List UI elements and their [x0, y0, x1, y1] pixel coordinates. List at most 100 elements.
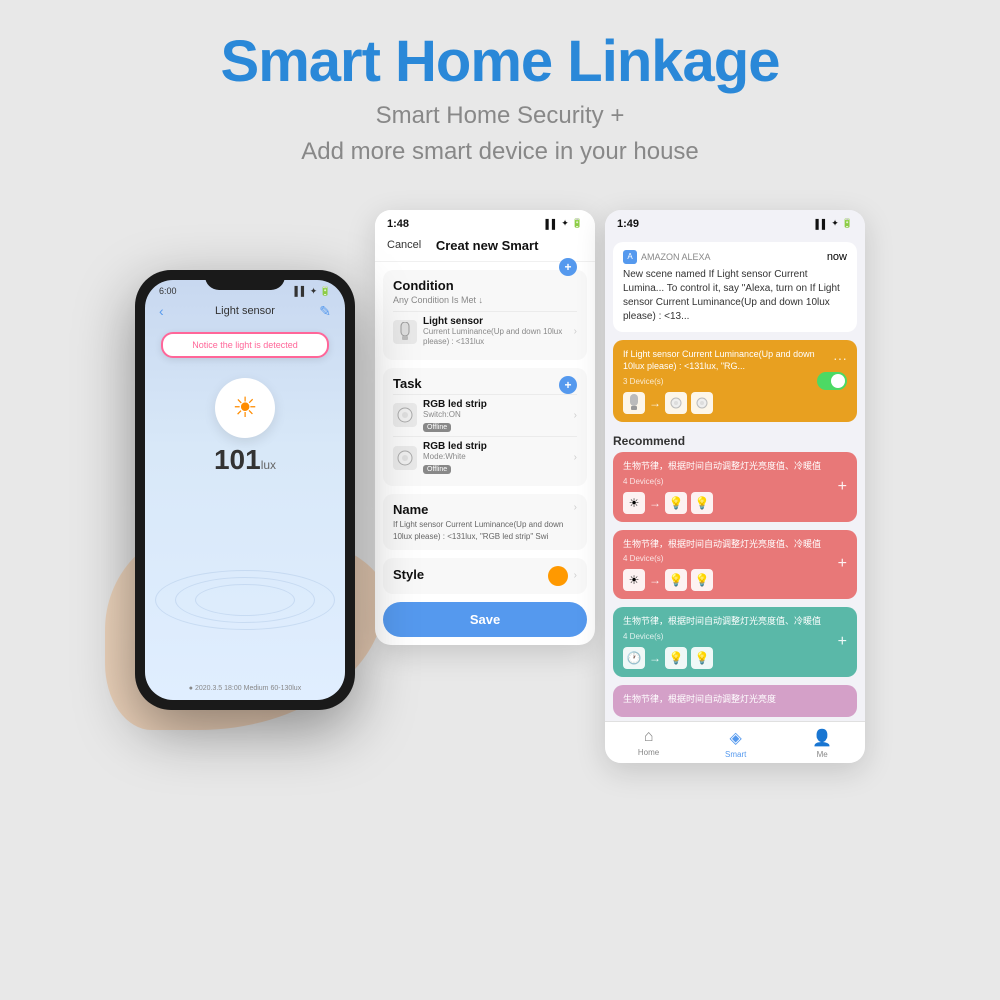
- phone-time: 6:00: [159, 286, 177, 296]
- active-card-icons: →: [623, 392, 847, 414]
- recommend-card-2[interactable]: + 生物节律，根据时间自动调整灯光亮度值、冷暖值 4 Device(s) ☀ →…: [613, 530, 857, 600]
- name-value: If Light sensor Current Luminance(Up and…: [393, 519, 574, 541]
- sun-device-icon: ☀: [623, 492, 645, 514]
- offline-badge-1: Offline: [423, 423, 451, 432]
- task-device-1[interactable]: RGB led strip Switch:ON Offline ›: [393, 394, 577, 436]
- name-title: Name: [393, 502, 574, 517]
- phone-screen: 6:00 ▌▌ ✦ 🔋 ‹ Light sensor ✎ Notice the …: [145, 280, 345, 700]
- alexa-source: AMAZON ALEXA: [641, 252, 711, 262]
- rgb-strip-icon-2: [393, 446, 417, 470]
- screen1-title: Creat new Smart: [436, 238, 539, 253]
- screen1-status: 1:48 ▌▌ ✦ 🔋: [375, 210, 595, 234]
- chevron-icon: ›: [574, 452, 577, 463]
- task-section: Task + RGB led strip Switch:ON Offline: [383, 368, 587, 487]
- lux-number: 101: [214, 444, 261, 475]
- notif-time: now: [827, 251, 847, 263]
- recommend-card-2-icons: ☀ → 💡 💡: [623, 569, 847, 591]
- bulb-r3-1: 💡: [665, 647, 687, 669]
- main-title: Smart Home Linkage: [20, 30, 980, 94]
- notif-header: A AMAZON ALEXA now: [623, 250, 847, 264]
- active-card-devices: 3 Device(s): [623, 377, 847, 386]
- recommend-card-3-devices: 4 Device(s): [623, 632, 847, 641]
- screen2-time: 1:49: [617, 218, 639, 230]
- recommend-label: Recommend: [605, 430, 865, 452]
- task-device-2-name: RGB led strip: [423, 441, 568, 452]
- page-header: Smart Home Linkage Smart Home Security +…: [0, 0, 1000, 190]
- me-icon: 👤: [812, 728, 832, 748]
- recommend-card-1-title: 生物节律，根据时间自动调整灯光亮度值、冷暖值: [623, 460, 847, 473]
- notif-text: New scene named If Light sensor Current …: [623, 268, 847, 324]
- task-title: Task: [393, 376, 422, 391]
- task-device-1-desc: Switch:ON: [423, 410, 568, 420]
- light-sensor-icon: [393, 320, 417, 344]
- toggle-switch[interactable]: [817, 372, 847, 390]
- more-button[interactable]: ···: [833, 350, 847, 366]
- task-device-2-desc: Mode:White: [423, 452, 568, 462]
- sun-device-icon-2: ☀: [623, 569, 645, 591]
- recommend-card-1-icons: ☀ → 💡 💡: [623, 492, 847, 514]
- sensor-icon: [623, 392, 645, 414]
- add-button-2[interactable]: +: [838, 555, 847, 573]
- style-section[interactable]: Style ›: [383, 558, 587, 594]
- recommend-card-2-title: 生物节律，根据时间自动调整灯光亮度值、冷暖值: [623, 538, 847, 551]
- subtitle: Smart Home Security + Add more smart dev…: [20, 98, 980, 170]
- condition-subtitle: Any Condition Is Met ↓: [393, 295, 483, 305]
- recommend-card-4[interactable]: 生物节律，根据时间自动调整灯光亮度: [613, 685, 857, 718]
- condition-device-desc: Current Luminance(Up and down 10lux plea…: [423, 327, 568, 348]
- condition-title: Condition: [393, 278, 483, 293]
- condition-add-button[interactable]: +: [559, 258, 577, 276]
- screen-smart-home: 1:49 ▌▌ ✦ 🔋 A AMAZON ALEXA now New scene…: [605, 210, 865, 764]
- smart-icon: ◈: [730, 728, 742, 748]
- nav-me[interactable]: 👤 Me: [812, 728, 832, 759]
- home-icon: ⌂: [644, 728, 654, 746]
- condition-device[interactable]: Light sensor Current Luminance(Up and do…: [393, 311, 577, 352]
- bottom-nav: ⌂ Home ◈ Smart 👤 Me: [605, 721, 865, 763]
- phone-signal: ▌▌ ✦ 🔋: [294, 286, 331, 297]
- task-add-button[interactable]: +: [559, 376, 577, 394]
- lux-unit: lux: [261, 458, 276, 472]
- recommend-card-4-title: 生物节律，根据时间自动调整灯光亮度: [623, 693, 847, 706]
- chevron-icon: ›: [574, 570, 577, 581]
- name-section[interactable]: Name If Light sensor Current Luminance(U…: [383, 494, 587, 549]
- screen1-icons: ▌▌ ✦ 🔋: [545, 218, 583, 229]
- edit-icon[interactable]: ✎: [311, 303, 331, 320]
- cancel-button[interactable]: Cancel: [387, 239, 421, 251]
- condition-section: Condition Any Condition Is Met ↓ + Light…: [383, 270, 587, 360]
- style-color-dot: [548, 566, 568, 586]
- nav-home[interactable]: ⌂ Home: [638, 728, 659, 759]
- active-card-title: If Light sensor Current Luminance(Up and…: [623, 348, 847, 373]
- bulb-icon-1: [665, 392, 687, 414]
- task-device-2[interactable]: RGB led strip Mode:White Offline ›: [393, 436, 577, 478]
- task-device-1-name: RGB led strip: [423, 399, 568, 410]
- clock-icon: 🕐: [623, 647, 645, 669]
- bulb-r1-2: 💡: [691, 492, 713, 514]
- left-phone: 6:00 ▌▌ ✦ 🔋 ‹ Light sensor ✎ Notice the …: [135, 270, 355, 710]
- arrow-icon: →: [649, 396, 661, 410]
- chevron-icon: ›: [574, 502, 577, 513]
- bulb-r2-2: 💡: [691, 569, 713, 591]
- phone-outer: 6:00 ▌▌ ✦ 🔋 ‹ Light sensor ✎ Notice the …: [135, 270, 355, 710]
- screen2-icons: ▌▌ ✦ 🔋: [815, 218, 853, 229]
- recommend-card-3-title: 生物节律，根据时间自动调整灯光亮度值、冷暖值: [623, 615, 847, 628]
- phone-nav: ‹ Light sensor ✎: [145, 299, 345, 324]
- screen-create-smart: 1:48 ▌▌ ✦ 🔋 Cancel Creat new Smart Condi…: [375, 210, 595, 645]
- notice-bubble: Notice the light is detected: [161, 332, 329, 358]
- active-automation-card[interactable]: ··· If Light sensor Current Luminance(Up…: [613, 340, 857, 422]
- notification-card: A AMAZON ALEXA now New scene named If Li…: [613, 242, 857, 332]
- nav-smart[interactable]: ◈ Smart: [725, 728, 746, 759]
- content-area: 6:00 ▌▌ ✦ 🔋 ‹ Light sensor ✎ Notice the …: [0, 190, 1000, 784]
- add-button-1[interactable]: +: [838, 478, 847, 496]
- add-button-3[interactable]: +: [838, 633, 847, 651]
- recommend-card-1[interactable]: + 生物节律，根据时间自动调整灯光亮度值、冷暖值 4 Device(s) ☀ →…: [613, 452, 857, 522]
- save-button[interactable]: Save: [383, 602, 587, 637]
- condition-device-name: Light sensor: [423, 316, 568, 327]
- screen1-time: 1:48: [387, 218, 409, 230]
- nav-me-label: Me: [817, 750, 828, 759]
- alexa-label: A AMAZON ALEXA: [623, 250, 711, 264]
- recommend-card-3[interactable]: + 生物节律，根据时间自动调整灯光亮度值、冷暖值 4 Device(s) 🕐 →…: [613, 607, 857, 677]
- bulb-r3-2: 💡: [691, 647, 713, 669]
- bulb-r1-1: 💡: [665, 492, 687, 514]
- phone-notch: [205, 270, 285, 290]
- phone-nav-title: Light sensor: [179, 305, 311, 317]
- back-icon[interactable]: ‹: [159, 303, 179, 319]
